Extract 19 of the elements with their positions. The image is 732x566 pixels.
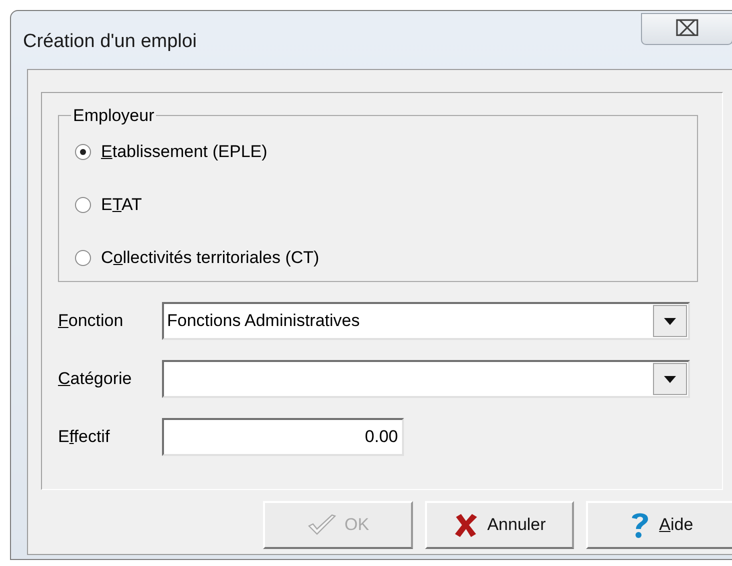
close-button[interactable]: ⌧ xyxy=(641,13,732,45)
radio-option[interactable]: Collectivités territoriales (CT) xyxy=(75,243,681,273)
help-button[interactable]: Aide xyxy=(586,501,732,549)
field-label: Catégorie xyxy=(58,368,133,390)
group-legend: Employeur xyxy=(71,107,156,124)
window-title: Création d'un emploi xyxy=(23,30,197,54)
radio-option[interactable]: ETAT xyxy=(75,190,681,220)
radio-option[interactable]: Etablissement (EPLE) xyxy=(75,137,681,167)
cancel-button[interactable]: Annuler xyxy=(424,501,574,549)
check-icon xyxy=(306,513,337,537)
radio-button[interactable] xyxy=(75,144,91,160)
dropdown-field[interactable]: Fonctions Administratives xyxy=(162,302,690,340)
number-field[interactable]: 0.00 xyxy=(162,418,404,456)
dropdown-field[interactable] xyxy=(162,360,690,398)
field-label: Effectif xyxy=(58,426,111,448)
radio-button[interactable] xyxy=(75,197,91,213)
radio-button[interactable] xyxy=(75,250,91,266)
field-label: Fonction xyxy=(58,310,124,332)
cross-icon xyxy=(453,512,480,538)
